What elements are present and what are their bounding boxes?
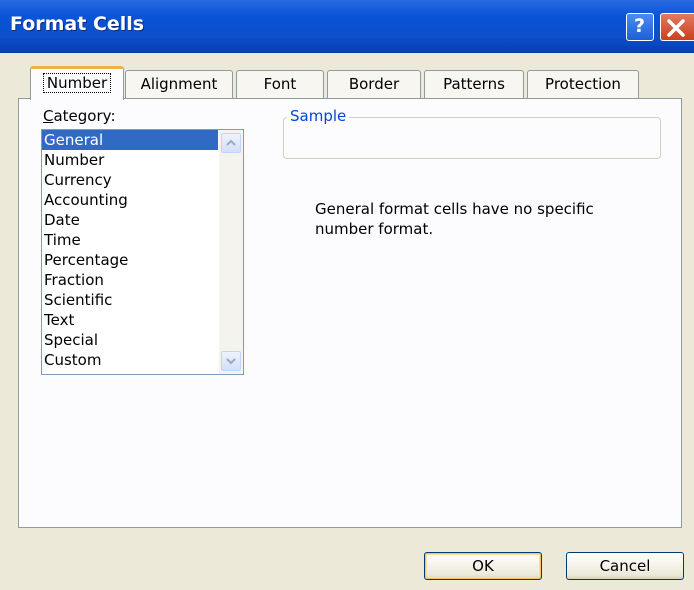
format-description: General format cells have no specific nu…	[315, 200, 594, 238]
title-bar[interactable]: Format Cells ?	[0, 0, 694, 53]
chevron-down-icon	[226, 358, 236, 365]
category-item-text[interactable]: Text	[42, 310, 218, 330]
category-item-number[interactable]: Number	[42, 150, 218, 170]
category-item-currency[interactable]: Currency	[42, 170, 218, 190]
tab-number[interactable]: Number	[30, 66, 124, 100]
category-item-general[interactable]: General	[42, 130, 218, 150]
ok-button[interactable]: OK	[424, 552, 542, 580]
tab-border[interactable]: Border	[327, 70, 421, 98]
tab-patterns[interactable]: Patterns	[424, 70, 524, 98]
category-item-date[interactable]: Date	[42, 210, 218, 230]
category-list: General Number Currency Accounting Date …	[42, 130, 218, 370]
chevron-up-icon	[226, 139, 236, 146]
category-item-percentage[interactable]: Percentage	[42, 250, 218, 270]
number-tab-panel: Category: General Number Currency Accoun…	[18, 98, 682, 528]
dialog-title: Format Cells	[10, 13, 145, 35]
help-icon: ?	[634, 15, 646, 37]
tab-label: Number	[42, 73, 112, 93]
help-button[interactable]: ?	[626, 13, 654, 41]
category-item-scientific[interactable]: Scientific	[42, 290, 218, 310]
tab-label: Border	[348, 75, 400, 93]
category-scrollbar[interactable]	[219, 130, 243, 374]
sample-legend: Sample	[287, 107, 350, 125]
category-item-fraction[interactable]: Fraction	[42, 270, 218, 290]
category-item-accounting[interactable]: Accounting	[42, 190, 218, 210]
tab-label: Font	[263, 75, 297, 93]
scroll-down-button[interactable]	[221, 351, 241, 371]
scroll-up-button[interactable]	[221, 133, 241, 153]
close-icon	[667, 19, 685, 37]
category-item-special[interactable]: Special	[42, 330, 218, 350]
tab-protection[interactable]: Protection	[527, 70, 639, 98]
tab-font[interactable]: Font	[236, 70, 324, 98]
tab-alignment[interactable]: Alignment	[125, 70, 233, 98]
cancel-button[interactable]: Cancel	[566, 552, 684, 580]
tab-label: Patterns	[443, 75, 505, 93]
tab-label: Protection	[545, 75, 621, 93]
tab-label: Alignment	[140, 75, 218, 93]
category-item-custom[interactable]: Custom	[42, 350, 218, 370]
category-listbox[interactable]: General Number Currency Accounting Date …	[41, 129, 244, 375]
category-item-time[interactable]: Time	[42, 230, 218, 250]
close-button[interactable]	[660, 13, 694, 41]
category-label: Category:	[43, 107, 116, 125]
